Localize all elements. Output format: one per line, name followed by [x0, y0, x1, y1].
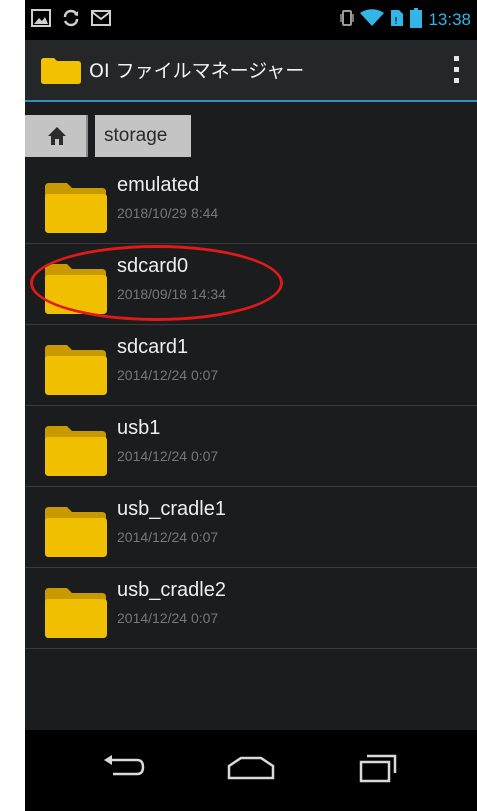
folder-icon [45, 181, 107, 237]
file-name: emulated [117, 174, 200, 196]
svg-text:!: ! [394, 16, 398, 27]
folder-icon [45, 586, 107, 642]
app-title: OI ファイルマネージャー [89, 60, 305, 82]
back-icon [103, 755, 147, 785]
overflow-menu-icon[interactable] [437, 40, 477, 100]
list-item[interactable]: emulated 2018/10/29 8:44 [25, 163, 477, 244]
list-item[interactable]: sdcard0 2018/09/18 14:34 [25, 244, 477, 325]
recents-button[interactable] [347, 750, 407, 790]
breadcrumb-item-storage[interactable]: storage [95, 115, 191, 157]
file-list: emulated 2018/10/29 8:44 sdcard0 2018/09… [25, 163, 477, 649]
folder-icon [45, 505, 107, 561]
file-date: 2014/12/24 0:07 [117, 529, 219, 545]
file-date: 2014/12/24 0:07 [117, 448, 219, 464]
mail-icon [91, 10, 111, 30]
list-item[interactable]: usb_cradle1 2014/12/24 0:07 [25, 487, 477, 568]
no-sim-icon: ! [390, 9, 404, 31]
folder-icon [45, 343, 107, 399]
file-date: 2018/09/18 14:34 [117, 286, 226, 302]
back-button[interactable] [95, 750, 155, 790]
breadcrumb: storage [25, 115, 477, 157]
home-button[interactable] [25, 115, 88, 157]
status-bar: ! 13:38 [25, 0, 477, 40]
action-bar: OI ファイルマネージャー [25, 40, 477, 102]
image-icon [31, 9, 51, 31]
battery-icon [410, 8, 423, 32]
vibrate-icon [340, 9, 355, 31]
status-clock: 13:38 [428, 10, 471, 29]
recents-icon [357, 753, 397, 787]
file-name: sdcard1 [117, 336, 189, 358]
sync-icon [61, 8, 81, 32]
navigation-bar [25, 730, 477, 811]
file-name: sdcard0 [117, 255, 189, 277]
list-item[interactable]: usb1 2014/12/24 0:07 [25, 406, 477, 487]
home-nav-button[interactable] [221, 750, 281, 790]
file-date: 2014/12/24 0:07 [117, 610, 219, 626]
list-item[interactable]: usb_cradle2 2014/12/24 0:07 [25, 568, 477, 649]
folder-icon [45, 424, 107, 480]
file-date: 2018/10/29 8:44 [117, 205, 219, 221]
home-icon [47, 126, 67, 150]
file-name: usb_cradle1 [117, 498, 226, 520]
folder-icon [45, 262, 107, 318]
file-name: usb1 [117, 417, 161, 439]
file-name: usb_cradle2 [117, 579, 226, 601]
phone-screen: ! 13:38 OI ファイルマネージャー storage emulated 2… [25, 0, 477, 811]
file-date: 2014/12/24 0:07 [117, 367, 219, 383]
wifi-icon [360, 9, 385, 31]
list-item[interactable]: sdcard1 2014/12/24 0:07 [25, 325, 477, 406]
folder-icon[interactable] [41, 58, 81, 88]
home-nav-icon [227, 756, 275, 784]
